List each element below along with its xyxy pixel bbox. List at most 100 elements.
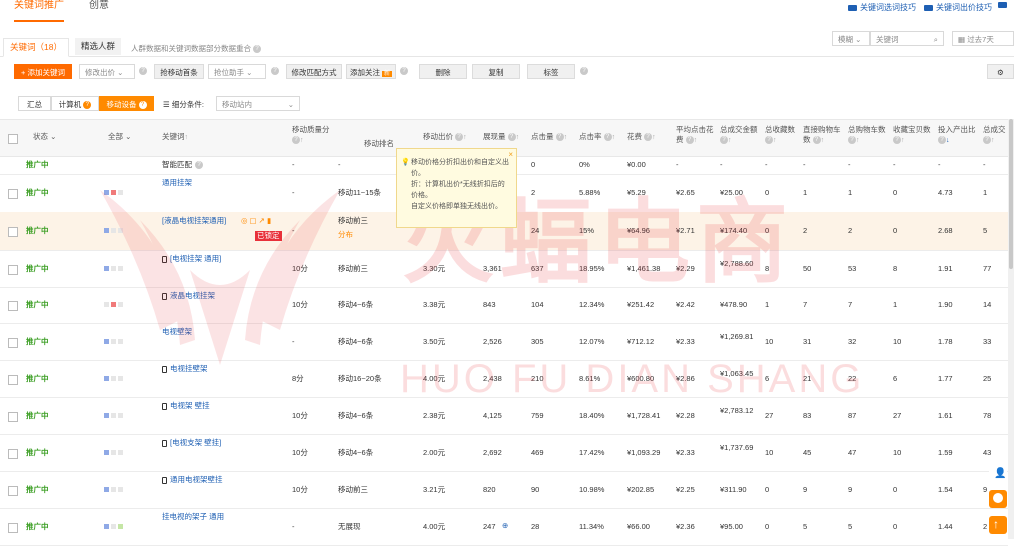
quality-indicator: [104, 487, 123, 492]
keyword-cell[interactable]: 电视架 壁挂: [162, 401, 242, 411]
keyword-cell[interactable]: 通用挂架: [162, 178, 242, 188]
col-mobile-quality[interactable]: 移动质量分? ↑: [292, 125, 330, 146]
trash-icon[interactable]: ▮: [267, 216, 271, 225]
keyword-cell[interactable]: 挂电视的架子 通用: [162, 512, 242, 522]
delete-button[interactable]: 删除: [419, 64, 467, 79]
row-checkbox[interactable]: [8, 486, 18, 496]
col-roi[interactable]: 投入产出比? ↓: [938, 125, 976, 146]
seg-mobile[interactable]: 移动设备 ?: [99, 96, 154, 111]
target-icon[interactable]: ◎: [241, 216, 248, 225]
keyword-cell[interactable]: [电视支架 壁挂]: [162, 438, 242, 448]
detail-condition-select[interactable]: 移动站内 ⌄: [216, 96, 300, 111]
tip-select-keyword[interactable]: 关键词选词技巧: [848, 2, 916, 13]
col-mobile-bid[interactable]: 移动出价 ? ↑: [423, 132, 467, 143]
cell-cart: 83: [803, 411, 812, 420]
keyword-cell[interactable]: 电视壁架: [162, 327, 242, 337]
help-icon[interactable]: ?: [139, 67, 147, 75]
cell-cpc: ¥2.28: [676, 411, 695, 420]
seg-pc[interactable]: 计算机 ?: [51, 96, 99, 111]
col-avg-cpc[interactable]: 平均点击花费 ? ↑: [676, 125, 714, 146]
row-checkbox[interactable]: [8, 265, 18, 275]
modify-match-button[interactable]: 修改匹配方式: [286, 64, 342, 79]
cell-fav: 8: [765, 264, 770, 273]
row-checkbox[interactable]: [8, 449, 18, 459]
keyword-cell[interactable]: 液晶电视挂架: [162, 291, 242, 301]
scrollbar-thumb[interactable]: [1009, 119, 1013, 269]
table-row[interactable]: 推广中 [电视支架 壁挂] 10分 移动4~6条 2.00元 2,692 469 17.42%…: [0, 434, 1008, 472]
add-follow-button[interactable]: 添加关注新: [346, 64, 396, 79]
table-row[interactable]: 推广中 电视挂壁架 8分 移动16~20条 4.00元 2,438 210 8.61% ¥600…: [0, 360, 1008, 398]
col-fav-baby[interactable]: 收藏宝贝数? ↑: [893, 125, 931, 146]
user-service-button[interactable]: 👤: [989, 466, 1007, 484]
row-checkbox[interactable]: [8, 412, 18, 422]
match-select[interactable]: 模糊 ⌄: [832, 31, 870, 46]
cell-impr: 4,125: [483, 411, 502, 420]
tip-optimize-keyword[interactable]: [998, 2, 1007, 8]
keyword-search-input[interactable]: 关键词 ⌕: [870, 31, 944, 46]
cell-cpc: ¥2.33: [676, 448, 695, 457]
add-keyword-button[interactable]: + 添加关键词: [14, 64, 72, 79]
keyword-cell[interactable]: [电视挂架 通用]: [162, 254, 242, 264]
keyword-action-icons[interactable]: ◎ ▢ ↗ ▮: [241, 216, 273, 226]
row-checkbox[interactable]: [8, 189, 18, 199]
help-icon[interactable]: ?: [580, 67, 588, 75]
col-clicks[interactable]: 点击量 ? ↑: [531, 132, 567, 143]
table-row[interactable]: 推广中 通用电视架壁挂 10分 移动前三 3.21元 820 90 10.98% ¥202.85…: [0, 471, 1008, 509]
col-impressions[interactable]: 展现量 ? ↑: [483, 132, 519, 143]
status-text: 推广中: [26, 160, 49, 169]
copy-icon[interactable]: ▢: [250, 216, 257, 225]
tag-button[interactable]: 标签: [527, 64, 575, 79]
col-keyword[interactable]: 关键词↑: [162, 132, 188, 143]
table-row[interactable]: 推广中 电视架 壁挂 10分 移动4~6条 2.38元 4,125 759 18.40% ¥1,…: [0, 397, 1008, 435]
cell-cost: ¥64.96: [627, 226, 650, 235]
row-checkbox[interactable]: [8, 301, 18, 311]
copy-button[interactable]: 复制: [472, 64, 520, 79]
keyword-cell[interactable]: 通用电视架壁挂: [162, 475, 242, 485]
modify-bid-select[interactable]: 修改出价 ⌄: [79, 64, 135, 79]
grab-first-button[interactable]: 抢移动首条: [154, 64, 204, 79]
table-row[interactable]: 推广中 [电视挂架 通用] 10分 移动前三 3.30元 3,361 637 18.95% ¥1…: [0, 250, 1008, 288]
table-row[interactable]: 推广中 液晶电视挂架 10分 移动4~6条 3.38元 843 104 12.34% ¥251.…: [0, 287, 1008, 324]
search-icon[interactable]: ⌕: [934, 32, 938, 47]
cell-cost: ¥251.42: [627, 300, 655, 309]
date-range-select[interactable]: ▦ 过去7天: [952, 31, 1014, 46]
tip-bid-keyword[interactable]: 关键词出价技巧: [924, 2, 992, 13]
close-icon[interactable]: ×: [508, 149, 513, 160]
row-checkbox[interactable]: [8, 375, 18, 385]
col-status[interactable]: 状态 ⌄: [33, 132, 56, 142]
quality-indicator: [104, 339, 123, 344]
col-total-deal[interactable]: 总成交? ↑: [983, 125, 1006, 146]
keyword-cell[interactable]: [液晶电视挂架通用]: [162, 216, 242, 226]
help-icon[interactable]: ?: [271, 67, 279, 75]
col-total-fav[interactable]: 总收藏数? ↑: [765, 125, 795, 146]
col-total-amount[interactable]: 总成交金额? ↑: [720, 125, 758, 146]
back-to-top-button[interactable]: ↑: [989, 516, 1007, 534]
download-icon[interactable]: ⊕: [502, 521, 508, 531]
col-total-cart[interactable]: 总购物车数? ↑: [848, 125, 886, 146]
subtab-keywords[interactable]: 关键词（18）: [3, 38, 69, 57]
tab-keyword-promotion[interactable]: 关键词推广: [14, 0, 64, 22]
help-icon[interactable]: ?: [253, 45, 262, 54]
chart-icon[interactable]: ↗: [259, 216, 265, 225]
settings-button[interactable]: ⚙: [987, 64, 1014, 79]
rank-helper-select[interactable]: 抢位助手 ⌄: [208, 64, 266, 79]
rank-distribution-link[interactable]: 分布: [338, 230, 353, 240]
tab-creative[interactable]: 创意: [89, 0, 109, 20]
row-checkbox[interactable]: [8, 227, 18, 237]
col-ctr[interactable]: 点击率 ? ↑: [579, 132, 615, 143]
row-checkbox[interactable]: [8, 523, 18, 533]
chat-button[interactable]: [989, 490, 1007, 508]
col-cost[interactable]: 花费 ? ↑: [627, 132, 656, 143]
help-icon[interactable]: ?: [400, 67, 408, 75]
seg-summary[interactable]: 汇总: [18, 96, 51, 111]
table-row[interactable]: 推广中 电视壁架 - 移动4~6条 3.50元 2,526 305 12.07% ¥712.12…: [0, 323, 1008, 361]
help-icon[interactable]: ?: [195, 161, 203, 170]
keyword-cell[interactable]: 电视挂壁架: [162, 364, 242, 374]
col-all[interactable]: 全部 ⌄: [108, 132, 131, 142]
row-checkbox[interactable]: [8, 338, 18, 348]
table-row[interactable]: 推广中 挂电视的架子 通用 - 无展现 4.00元 247 28 11.34% ¥66.00 ¥2…: [0, 508, 1008, 546]
subtab-crowd[interactable]: 精选人群: [75, 38, 122, 55]
col-direct-cart[interactable]: 直接购物车数 ? ↑: [803, 125, 841, 146]
vertical-scrollbar[interactable]: [1008, 119, 1014, 539]
select-all-checkbox[interactable]: [8, 134, 18, 144]
